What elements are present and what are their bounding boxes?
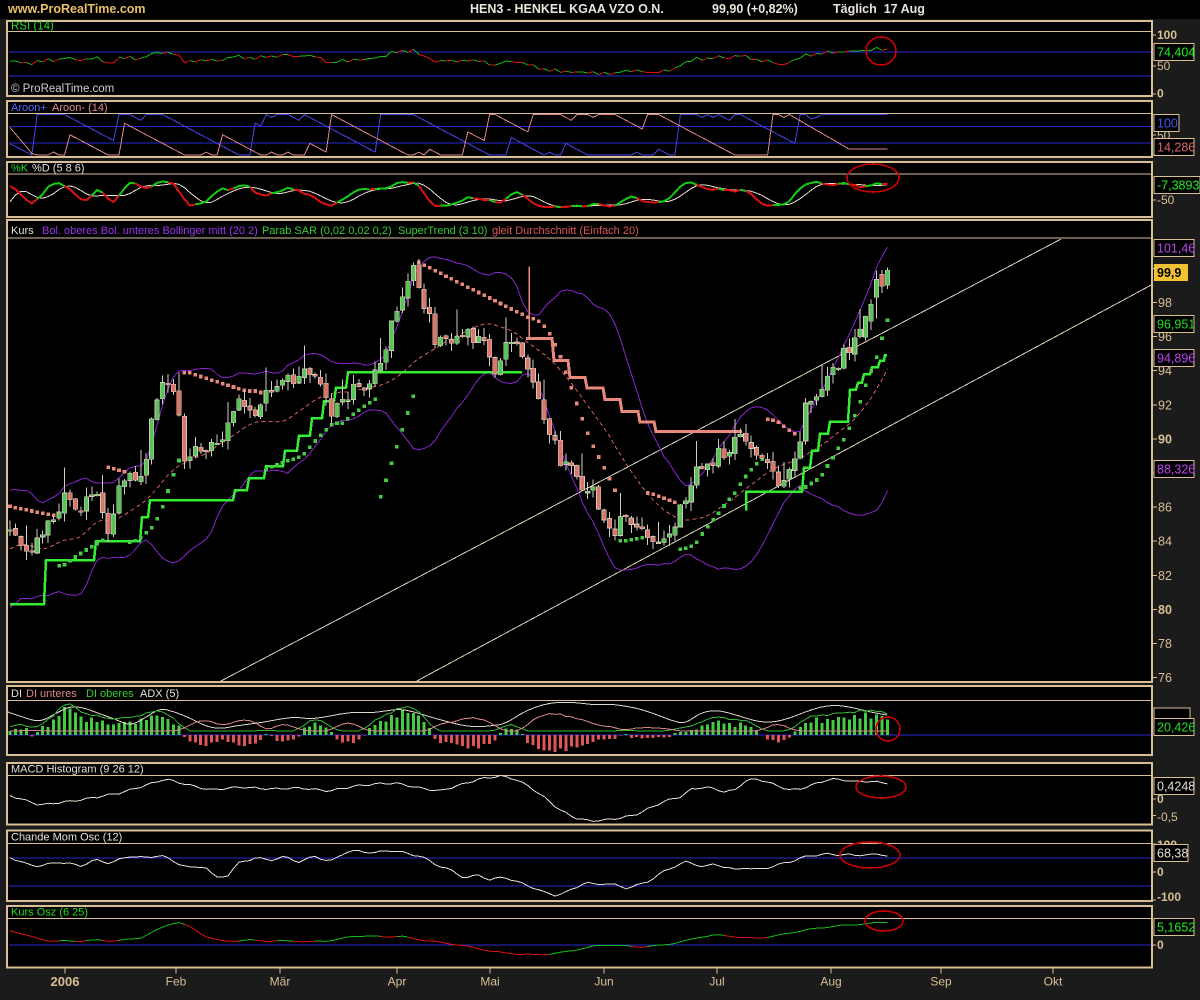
- svg-text:-7,3893: -7,3893: [1157, 179, 1199, 193]
- svg-text:68,38: 68,38: [1157, 847, 1188, 861]
- svg-text:100: 100: [1157, 117, 1178, 131]
- svg-text:Mär: Mär: [270, 975, 291, 989]
- svg-text:0: 0: [1157, 938, 1164, 952]
- svg-text:98: 98: [1158, 296, 1172, 310]
- svg-text:ADX (5): ADX (5): [140, 688, 179, 700]
- svg-text:50: 50: [1157, 59, 1171, 73]
- svg-text:5,1652: 5,1652: [1157, 921, 1195, 935]
- svg-text:DI oberes: DI oberes: [86, 688, 134, 700]
- svg-text:Aug: Aug: [820, 975, 841, 989]
- svg-text:Aroon+: Aroon+: [11, 102, 47, 114]
- svg-text:Chande Mom Osc (12): Chande Mom Osc (12): [11, 832, 122, 844]
- svg-text:RSI (14): RSI (14): [11, 21, 54, 33]
- svg-text:-50: -50: [1157, 193, 1175, 207]
- svg-text:Feb: Feb: [166, 975, 187, 989]
- svg-text:74,404: 74,404: [1157, 46, 1195, 60]
- svg-text:90: 90: [1158, 432, 1172, 446]
- svg-text:Kurs: Kurs: [11, 225, 34, 237]
- svg-text:82: 82: [1158, 569, 1172, 583]
- svg-text:DI unteres: DI unteres: [26, 688, 77, 700]
- svg-text:100: 100: [1157, 28, 1177, 42]
- svg-text:92: 92: [1158, 398, 1172, 412]
- svg-text:MACD Histogram (9 26 12): MACD Histogram (9 26 12): [11, 764, 144, 776]
- svg-text:96,951: 96,951: [1157, 318, 1195, 332]
- svg-text:-100: -100: [1157, 890, 1181, 904]
- svg-text:76: 76: [1158, 671, 1172, 685]
- svg-text:99,90 (+0,82%): 99,90 (+0,82%): [712, 2, 798, 16]
- svg-text:Apr: Apr: [388, 975, 407, 989]
- svg-text:0,4248: 0,4248: [1157, 780, 1195, 794]
- svg-text:SuperTrend (3 10): SuperTrend (3 10): [398, 225, 487, 237]
- svg-text:Mai: Mai: [480, 975, 499, 989]
- svg-text:94,896: 94,896: [1157, 352, 1195, 366]
- svg-text:www.ProRealTime.com: www.ProRealTime.com: [7, 2, 146, 16]
- svg-text:78: 78: [1158, 637, 1172, 651]
- svg-text:Jul: Jul: [709, 975, 724, 989]
- svg-text:101,46: 101,46: [1157, 242, 1195, 256]
- svg-text:84: 84: [1158, 535, 1172, 549]
- svg-text:0: 0: [1157, 87, 1164, 101]
- svg-text:99,9: 99,9: [1157, 266, 1181, 280]
- svg-text:Okt: Okt: [1044, 975, 1063, 989]
- svg-text:2006: 2006: [51, 974, 80, 989]
- svg-text:© ProRealTime.com: © ProRealTime.com: [11, 83, 114, 95]
- svg-text:-0,5: -0,5: [1157, 810, 1178, 824]
- svg-text:14,286: 14,286: [1157, 141, 1195, 155]
- svg-text:80: 80: [1158, 603, 1172, 617]
- svg-text:Jun: Jun: [594, 975, 613, 989]
- svg-text:0: 0: [1157, 865, 1164, 879]
- svg-text:%K: %K: [11, 163, 29, 175]
- svg-text:Täglich 17 Aug: Täglich 17 Aug: [833, 2, 925, 16]
- svg-text:DI: DI: [11, 688, 22, 700]
- svg-text:86: 86: [1158, 501, 1172, 515]
- svg-text:20,426: 20,426: [1157, 721, 1195, 735]
- svg-text:88,326: 88,326: [1157, 463, 1195, 477]
- svg-text:Aroon- (14): Aroon- (14): [52, 102, 108, 114]
- svg-text:%D (5 8 6): %D (5 8 6): [32, 163, 85, 175]
- svg-text:Bol. oberes Bol. unteres Bolli: Bol. oberes Bol. unteres Bollinger mitt …: [42, 225, 258, 237]
- svg-text:Parab SAR (0,02 0,02 0,2): Parab SAR (0,02 0,02 0,2): [262, 225, 392, 237]
- svg-text:gleit Durchschnitt (Einfach 20: gleit Durchschnitt (Einfach 20): [492, 225, 639, 237]
- svg-text:Kurs Osz (6 25): Kurs Osz (6 25): [11, 907, 88, 919]
- svg-text:Sep: Sep: [930, 975, 952, 989]
- svg-text:HEN3 - HENKEL KGAA VZO O.N.: HEN3 - HENKEL KGAA VZO O.N.: [470, 2, 664, 16]
